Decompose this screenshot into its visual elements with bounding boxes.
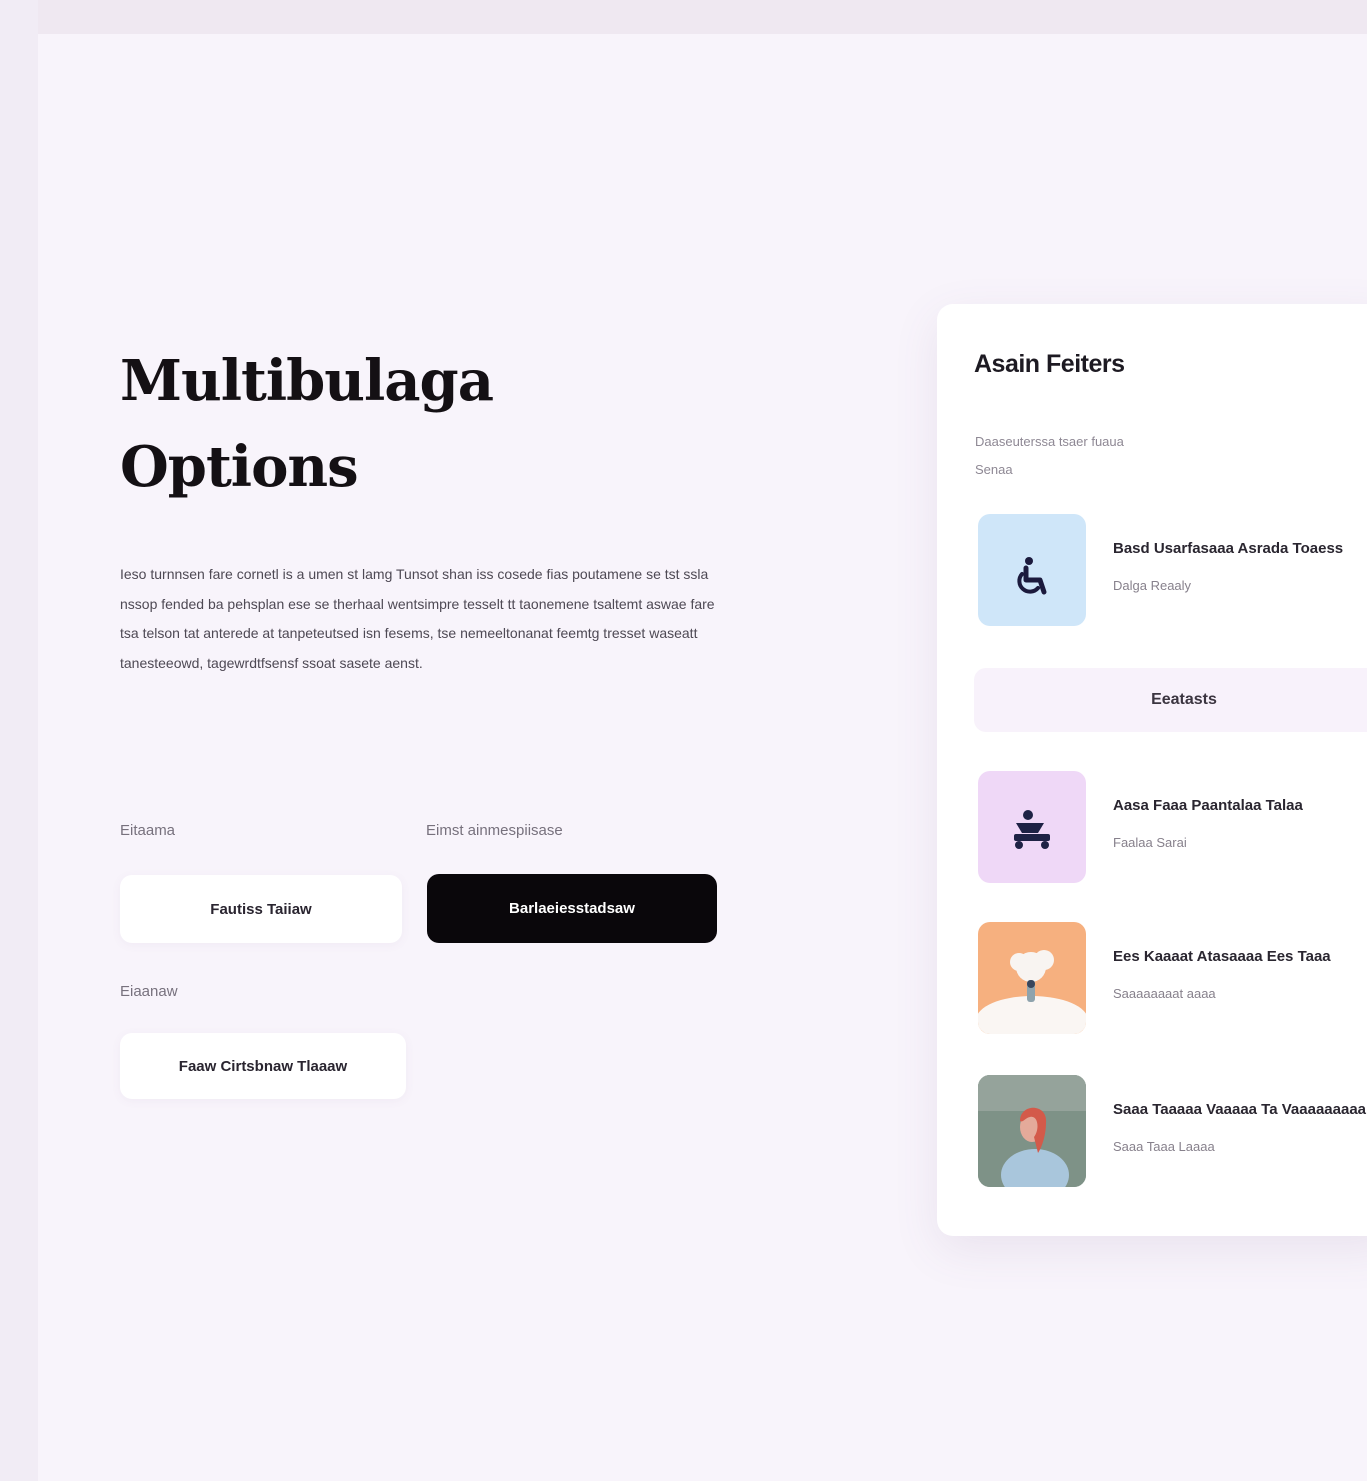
- field-label-2: Eimst ainmespiisase: [426, 822, 563, 839]
- list-item-meta: Saaaaaaaat aaaa: [1113, 986, 1216, 1001]
- page-title-line-2: Options: [120, 434, 359, 500]
- page-title-line-1: Multibulaga: [120, 348, 494, 414]
- option-button-1[interactable]: Fautiss Taiiaw: [120, 875, 402, 943]
- field-label-3: Eiaanaw: [120, 983, 178, 1000]
- card-title: Asain Feiters: [974, 350, 1125, 378]
- portrait-photo: [978, 1075, 1086, 1187]
- features-card: Asain Feiters Daaseuterssa tsaer fuaua S…: [937, 304, 1367, 1236]
- card-subtitle-line-1: Daaseuterssa tsaer fuaua: [975, 434, 1124, 449]
- list-item-title: Ees Kaaaat Atasaaaa Ees Taaa: [1113, 948, 1331, 965]
- option-button-3[interactable]: Faaw Cirtsbnaw Tlaaaw: [120, 1033, 406, 1099]
- card-subtitle-line-2: Senaa: [975, 462, 1013, 477]
- list-item-4[interactable]: Saaa Taaaaa Vaaaaa Ta Vaaaaaaaaa Saaa Ta…: [978, 1075, 1367, 1187]
- list-item-2[interactable]: Aasa Faaa Paantalaa Talaa Faalaa Sarai: [978, 771, 1367, 883]
- primary-action-button[interactable]: Barlaeiesstadsaw: [427, 874, 717, 943]
- left-strip: [0, 0, 38, 1481]
- list-item-title: Aasa Faaa Paantalaa Talaa: [1113, 797, 1303, 814]
- contacts-button[interactable]: Eeatasts: [974, 668, 1367, 732]
- wheelchair-icon: [978, 514, 1086, 626]
- mobility-scooter-icon: [978, 771, 1086, 883]
- page-title: Multibulaga Options: [120, 338, 640, 510]
- top-strip: [0, 0, 1367, 34]
- page-description: Ieso turnnsen fare cornetl is a umen st …: [120, 566, 715, 671]
- list-item-title: Basd Usarfasaaa Asrada Toaess: [1113, 540, 1344, 557]
- field-label-1: Eitaama: [120, 822, 176, 839]
- list-item-1[interactable]: Basd Usarfasaaa Asrada Toaess Dalga Reaa…: [978, 514, 1367, 626]
- list-item-title: Saaa Taaaaa Vaaaaa Ta Vaaaaaaaaa: [1113, 1101, 1367, 1118]
- list-item-meta: Faalaa Sarai: [1113, 835, 1187, 850]
- cloud-illustration: [978, 922, 1086, 1034]
- list-item-meta: Saaa Taaa Laaaa: [1113, 1139, 1215, 1154]
- list-item-3[interactable]: Ees Kaaaat Atasaaaa Ees Taaa Saaaaaaaat …: [978, 922, 1367, 1034]
- list-item-meta: Dalga Reaaly: [1113, 578, 1192, 593]
- card-subtitle: Daaseuterssa tsaer fuaua Senaa: [975, 428, 1235, 484]
